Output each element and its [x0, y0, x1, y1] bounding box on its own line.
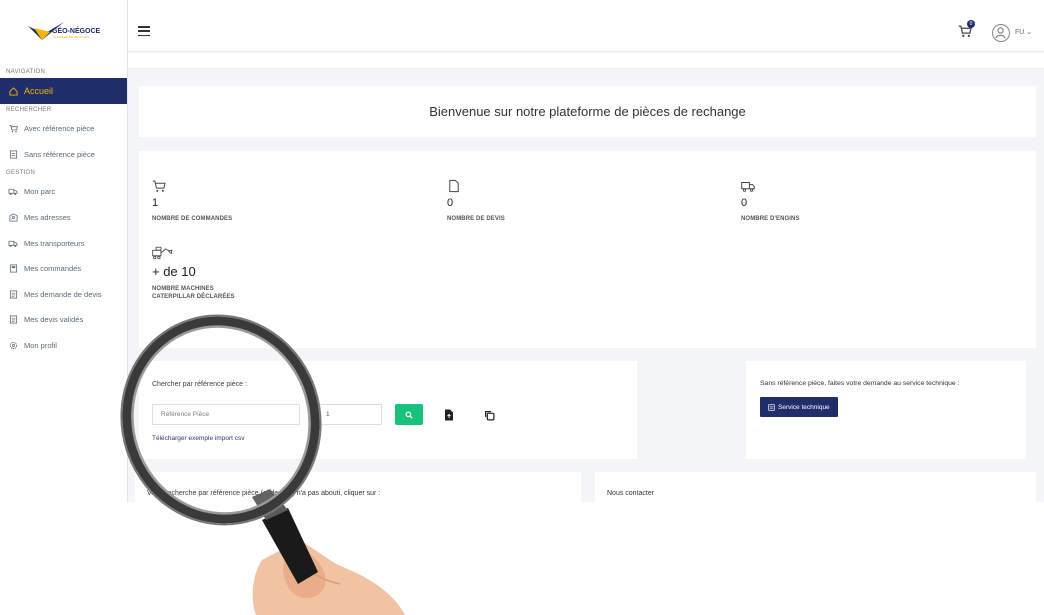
user-menu-label[interactable]: FU ⌄ — [1015, 28, 1032, 36]
search-icon — [405, 411, 413, 419]
service-text: Sans référence pièce, faites votre deman… — [760, 380, 960, 387]
sidebar-item-mes-demande-devis[interactable]: Mes demande de devis — [0, 282, 127, 308]
stat-devis: 0 NOMBRE DE DEVIS — [447, 179, 505, 223]
file-upload-icon — [445, 409, 453, 421]
service-technique-button[interactable]: Service technique — [760, 397, 838, 417]
sidebar-item-mon-parc[interactable]: Mon parc — [0, 179, 127, 205]
cart-icon — [8, 124, 18, 134]
sidebar-item-label: Mes devis validés — [24, 315, 84, 325]
cart-button[interactable]: 0 — [958, 20, 975, 40]
copy-button[interactable] — [484, 408, 496, 421]
sidebar: GÉO-NÉGOCE LE PARTENAIRE DE SUCCÈS NAVIG… — [0, 0, 128, 502]
service-technique-card: Sans référence pièce, faites votre deman… — [746, 361, 1026, 459]
avatar[interactable] — [992, 24, 1010, 42]
search-label: Chercher par référence pièce : — [152, 381, 247, 388]
brand-logo[interactable]: GÉO-NÉGOCE LE PARTENAIRE DE SUCCÈS — [0, 0, 127, 66]
page-subheader — [128, 53, 1044, 69]
machine-icon — [152, 246, 174, 260]
sidebar-item-label: Mon parc — [24, 187, 56, 197]
truck-icon — [8, 238, 18, 248]
search-button[interactable] — [395, 404, 423, 425]
sidebar-item-avec-reference[interactable]: Avec référence pièce — [0, 116, 127, 142]
contact-title: Nous contacter — [607, 490, 655, 497]
sidebar-item-mon-profil[interactable]: Mon profil — [0, 333, 127, 359]
nav-section-navigation: NAVIGATION — [6, 69, 46, 75]
stat-commandes: 1 NOMBRE DE COMMANDES — [152, 179, 232, 223]
search-by-reference-card: Chercher par référence pièce : Télécharg… — [139, 361, 637, 459]
search-failed-card: Votre recherche par référence pièce (ci-… — [135, 472, 581, 502]
service-button-label: Service technique — [778, 403, 830, 411]
nav-section-gestion: GESTION — [6, 170, 36, 177]
sidebar-item-label: Avec référence pièce — [24, 124, 95, 134]
sidebar-item-label: Mon profil — [24, 341, 57, 351]
sidebar-item-sans-reference[interactable]: Sans référence pièce — [0, 142, 127, 168]
download-csv-link[interactable]: Télécharger exemple import csv — [152, 435, 244, 442]
sidebar-item-label: Sans référence pièce — [24, 149, 95, 159]
stats-card: 1 NOMBRE DE COMMANDES 0 NOMBRE DE DEVIS … — [139, 151, 1036, 348]
quantity-input[interactable] — [316, 404, 382, 425]
stat-value: 0 — [741, 197, 748, 209]
cart-count-badge: 0 — [967, 20, 975, 28]
address-icon — [8, 213, 18, 223]
reference-input[interactable] — [152, 404, 300, 425]
document-icon — [447, 179, 461, 193]
nav-section-rechercher: RECHERCHER — [6, 107, 52, 113]
copy-icon — [485, 411, 495, 421]
stat-machines: + de 10 NOMBRE MACHINES CATERPILLAR DÉCL… — [152, 246, 235, 301]
gear-icon — [8, 341, 18, 351]
search-failed-text: Votre recherche par référence pièce (ci-… — [147, 490, 381, 497]
sidebar-item-label: Mes adresses — [24, 213, 71, 223]
contact-card: Nous contacter — [595, 472, 1036, 502]
truck-icon — [741, 179, 755, 193]
page-title: Bienvenue sur notre plateforme de pièces… — [429, 104, 746, 119]
brand-name: GÉO-NÉGOCE — [52, 26, 101, 35]
document-icon — [8, 149, 18, 159]
import-file-button[interactable] — [444, 408, 456, 421]
topbar: 0 FU ⌄ — [128, 0, 1044, 52]
welcome-banner: Bienvenue sur notre plateforme de pièces… — [139, 86, 1036, 137]
stat-engins: 0 NOMBRE D'ENGINS — [741, 179, 800, 223]
stat-label: NOMBRE DE DEVIS — [447, 216, 505, 222]
sidebar-item-mes-transporteurs[interactable]: Mes transporteurs — [0, 230, 127, 256]
stat-label: NOMBRE MACHINES CATERPILLAR DÉCLARÉES — [152, 286, 235, 300]
menu-toggle-icon[interactable] — [138, 26, 150, 36]
sidebar-item-mes-adresses[interactable]: Mes adresses — [0, 205, 127, 231]
quote-icon — [8, 315, 18, 325]
app-window: GÉO-NÉGOCE LE PARTENAIRE DE SUCCÈS NAVIG… — [0, 0, 1044, 502]
truck-icon — [8, 187, 18, 197]
stat-value: 0 — [447, 197, 454, 209]
sidebar-item-accueil[interactable]: Accueil — [0, 78, 127, 104]
stat-label: NOMBRE D'ENGINS — [741, 216, 800, 222]
order-icon — [8, 264, 18, 274]
stat-label: NOMBRE DE COMMANDES — [152, 216, 233, 222]
sidebar-item-label: Accueil — [24, 86, 54, 96]
stat-value: 1 — [152, 197, 159, 209]
sidebar-item-label: Mes commandes — [24, 264, 82, 274]
stat-value: + de 10 — [152, 264, 196, 279]
cart-icon — [152, 179, 166, 193]
list-icon — [768, 403, 775, 411]
sidebar-item-label: Mes demande de devis — [24, 289, 102, 299]
sidebar-item-mes-commandes[interactable]: Mes commandes — [0, 256, 127, 282]
sidebar-item-mes-devis-valides[interactable]: Mes devis validés — [0, 307, 127, 333]
home-icon — [8, 86, 18, 96]
quote-icon — [8, 289, 18, 299]
sidebar-item-label: Mes transporteurs — [24, 238, 85, 248]
